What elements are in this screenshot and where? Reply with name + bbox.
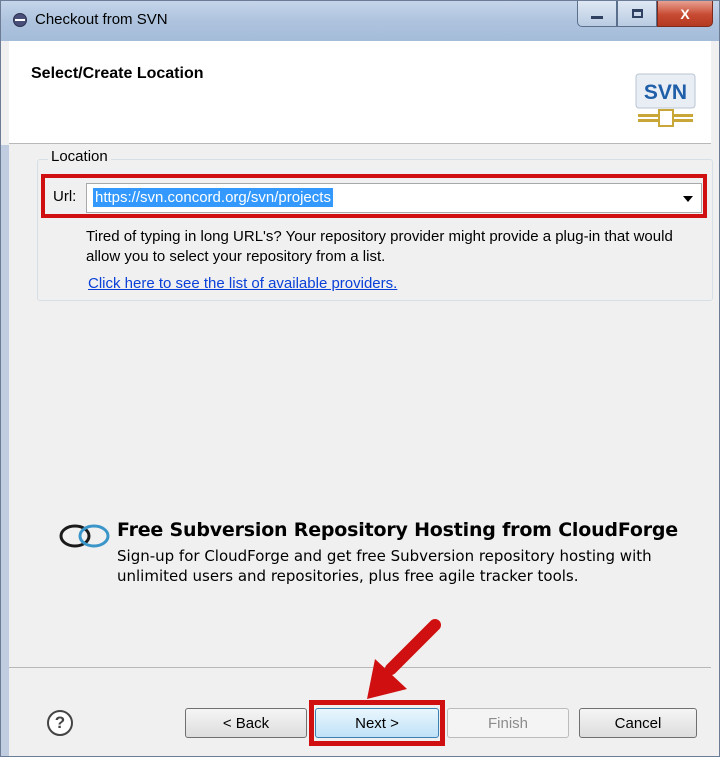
page-title: Select/Create Location bbox=[31, 65, 204, 82]
window-title: Checkout from SVN bbox=[35, 11, 168, 28]
wizard-content: Location Url: https://svn.concord.org/sv… bbox=[9, 145, 713, 667]
providers-link[interactable]: Click here to see the list of available … bbox=[88, 275, 397, 292]
next-highlight-annotation bbox=[309, 700, 445, 746]
url-label: Url: bbox=[53, 188, 77, 205]
window-left-edge bbox=[1, 145, 9, 756]
wizard-header: Select/Create Location SVN bbox=[9, 41, 711, 144]
minimize-icon bbox=[591, 16, 603, 19]
red-arrow-annotation bbox=[367, 619, 441, 699]
eclipse-icon bbox=[13, 13, 27, 27]
svn-logo: SVN bbox=[634, 68, 697, 130]
cloudforge-icon bbox=[59, 524, 110, 548]
back-button[interactable]: < Back bbox=[185, 708, 307, 738]
window-controls: X bbox=[577, 1, 713, 27]
cancel-button[interactable]: Cancel bbox=[579, 708, 697, 738]
title-bar[interactable]: Checkout from SVN X bbox=[1, 1, 719, 41]
minimize-button[interactable] bbox=[577, 1, 617, 27]
maximize-button[interactable] bbox=[617, 1, 657, 27]
close-button[interactable]: X bbox=[657, 1, 713, 27]
checkout-dialog: Checkout from SVN X Select/Create Locati… bbox=[0, 0, 720, 757]
dropdown-arrow-icon[interactable] bbox=[683, 196, 693, 202]
repository-help-text: Tired of typing in long URL's? Your repo… bbox=[86, 228, 673, 265]
maximize-icon bbox=[631, 9, 643, 18]
cloudforge-description: Sign-up for CloudForge and get free Subv… bbox=[117, 547, 652, 585]
finish-button: Finish bbox=[447, 708, 569, 738]
location-group-label: Location bbox=[48, 148, 111, 165]
help-icon[interactable]: ? bbox=[47, 710, 73, 736]
cloudforge-title: Free Subversion Repository Hosting from … bbox=[117, 519, 678, 541]
svn-logo-text: SVN bbox=[644, 81, 687, 104]
url-combobox[interactable]: https://svn.concord.org/svn/projects bbox=[86, 183, 702, 213]
url-input-value[interactable]: https://svn.concord.org/svn/projects bbox=[93, 188, 333, 207]
